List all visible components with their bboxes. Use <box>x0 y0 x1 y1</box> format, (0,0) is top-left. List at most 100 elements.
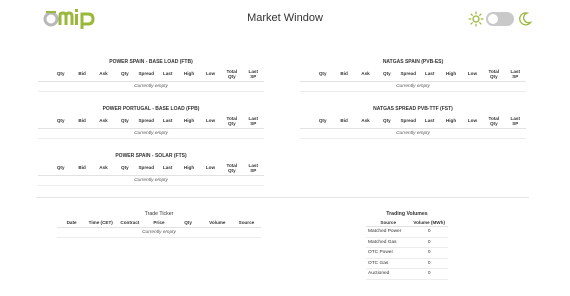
table-row: OTC Power 0 <box>366 247 448 259</box>
column-header: Last <box>156 113 179 129</box>
column-header: Ask <box>92 113 115 129</box>
panel-title: POWER PORTUGAL - BASE LOAD (FPB) <box>102 106 200 112</box>
column-header: Bid <box>71 160 93 176</box>
contract-column-header <box>38 113 50 129</box>
column-header: Low <box>199 66 222 82</box>
empty-message: Currently empty <box>38 81 264 92</box>
column-header: High <box>178 160 200 176</box>
column-header: Spread <box>135 160 157 176</box>
volume-value: 0 <box>410 268 448 280</box>
panel-power-portugal-base: POWER PORTUGAL - BASE LOAD (FPB) Qty Bid As… <box>38 105 264 139</box>
column-header: Last <box>156 66 179 82</box>
trading-volumes-table: Source Volume (MWh) Matched Power 0 Matche… <box>366 218 448 280</box>
empty-message: Currently empty <box>300 128 526 139</box>
market-table: Qty Bid Ask Qty Spread Last High Low Total Qty Las… <box>38 113 264 139</box>
column-header: Spread <box>135 66 157 82</box>
column-header: Last SP <box>242 66 264 82</box>
column-header: Total Qty <box>221 160 243 176</box>
contract-column-header <box>300 113 312 129</box>
column-header: Qty <box>114 66 136 82</box>
panel-title: NATGAS SPREAD PVB-TTF (FST) <box>373 106 453 112</box>
column-header: Qty <box>173 218 203 228</box>
contract-column-header <box>38 160 50 176</box>
column-header: Qty <box>114 160 136 176</box>
column-header: Total Qty <box>221 113 243 129</box>
panel-title: POWER SPAIN - BASE LOAD (FTB) <box>109 59 193 65</box>
column-header: Last SP <box>504 66 526 82</box>
column-header: High <box>178 66 200 82</box>
trade-ticker-panel: Trade Ticker Date Time (CET) Contract Price… <box>57 210 261 238</box>
trade-ticker-title: Trade Ticker <box>144 211 174 217</box>
contract-column-header <box>300 66 312 82</box>
volume-source: Matched Power <box>366 226 411 238</box>
market-table: Qty Bid Ask Qty Spread Last High Low Total Qty Las… <box>38 66 264 92</box>
panel-power-spain-base: POWER SPAIN - BASE LOAD (FTB) Qty Bid Ask Qt… <box>38 58 264 92</box>
column-header: Qty <box>50 66 72 82</box>
column-header: Last <box>418 113 441 129</box>
column-header: Ask <box>92 160 115 176</box>
column-header: Bid <box>333 113 355 129</box>
column-header: Source <box>366 218 411 227</box>
column-header: Volume <box>202 218 232 228</box>
moon-icon <box>519 12 532 26</box>
column-header: Low <box>199 113 222 129</box>
trading-volumes-panel: Trading Volumes Source Volume (MWh) Matc… <box>366 210 448 280</box>
column-header: Spread <box>135 113 157 129</box>
column-header: Last SP <box>242 113 264 129</box>
column-header: Qty <box>312 66 334 82</box>
column-header: Qty <box>376 66 398 82</box>
table-row: Auctioned 0 <box>366 268 448 280</box>
column-header: Bid <box>71 66 93 82</box>
column-header: Date <box>57 218 87 228</box>
column-header: High <box>440 66 462 82</box>
toggle-knob <box>488 14 498 24</box>
column-header: Qty <box>376 113 398 129</box>
column-header: Qty <box>312 113 334 129</box>
table-row: Matched Power 0 <box>366 226 448 238</box>
empty-message: Currently empty <box>38 128 264 139</box>
trading-volumes-title: Trading Volumes <box>386 211 428 217</box>
column-header: Volume (MWh) <box>410 218 448 227</box>
volume-source: OTC Gas <box>366 258 411 269</box>
column-header: High <box>440 113 462 129</box>
column-header: Ask <box>92 66 115 82</box>
column-header: Bid <box>333 66 355 82</box>
market-table: Qty Bid Ask Qty Spread Last High Low Total Qty Las… <box>38 160 264 186</box>
column-header: Total Qty <box>483 113 505 129</box>
column-header: High <box>178 113 200 129</box>
column-header: Last SP <box>242 160 264 176</box>
column-header: Source <box>231 218 261 228</box>
panel-title: POWER SPAIN - SOLAR (FTS) <box>115 153 187 159</box>
column-header: Spread <box>397 113 419 129</box>
panel-natgas-spread: NATGAS SPREAD PVB-TTF (FST) Qty Bid Ask Qty S… <box>300 105 526 139</box>
dark-mode-toggle[interactable] <box>486 12 514 26</box>
sun-icon <box>468 11 484 27</box>
header: Market Window <box>0 0 570 40</box>
table-row: OTC Gas 0 <box>366 258 448 269</box>
trade-ticker-table: Date Time (CET) Contract Price Qty Volume Sour… <box>57 218 261 238</box>
column-header: Bid <box>71 113 93 129</box>
empty-message: Currently empty <box>57 227 261 238</box>
panel-title: NATGAS SPAIN (PVB-ES) <box>382 59 444 65</box>
panel-power-spain-solar: POWER SPAIN - SOLAR (FTS) Qty Bid Ask Qty Spr… <box>38 152 264 186</box>
volume-value: 0 <box>410 258 448 269</box>
column-header: Total Qty <box>483 66 505 82</box>
market-table: Qty Bid Ask Qty Spread Last High Low Total Qty Las… <box>300 113 526 139</box>
column-header: Ask <box>354 113 377 129</box>
table-row: Matched Gas 0 <box>366 237 448 248</box>
column-header: Time (CET) <box>86 218 116 228</box>
empty-message: Currently empty <box>38 175 264 186</box>
column-header: Qty <box>50 160 72 176</box>
column-header: Last <box>418 66 441 82</box>
column-header: Last <box>156 160 179 176</box>
column-header: Spread <box>397 66 419 82</box>
column-header: Low <box>461 113 484 129</box>
empty-message: Currently empty <box>300 81 526 92</box>
market-table: Qty Bid Ask Qty Spread Last High Low Total Qty Las… <box>300 66 526 92</box>
volume-value: 0 <box>410 247 448 259</box>
column-header: Total Qty <box>221 66 243 82</box>
column-header: Price <box>144 218 174 228</box>
volume-value: 0 <box>410 237 448 248</box>
volume-source: Matched Gas <box>366 237 411 248</box>
column-header: Contract <box>115 218 145 228</box>
